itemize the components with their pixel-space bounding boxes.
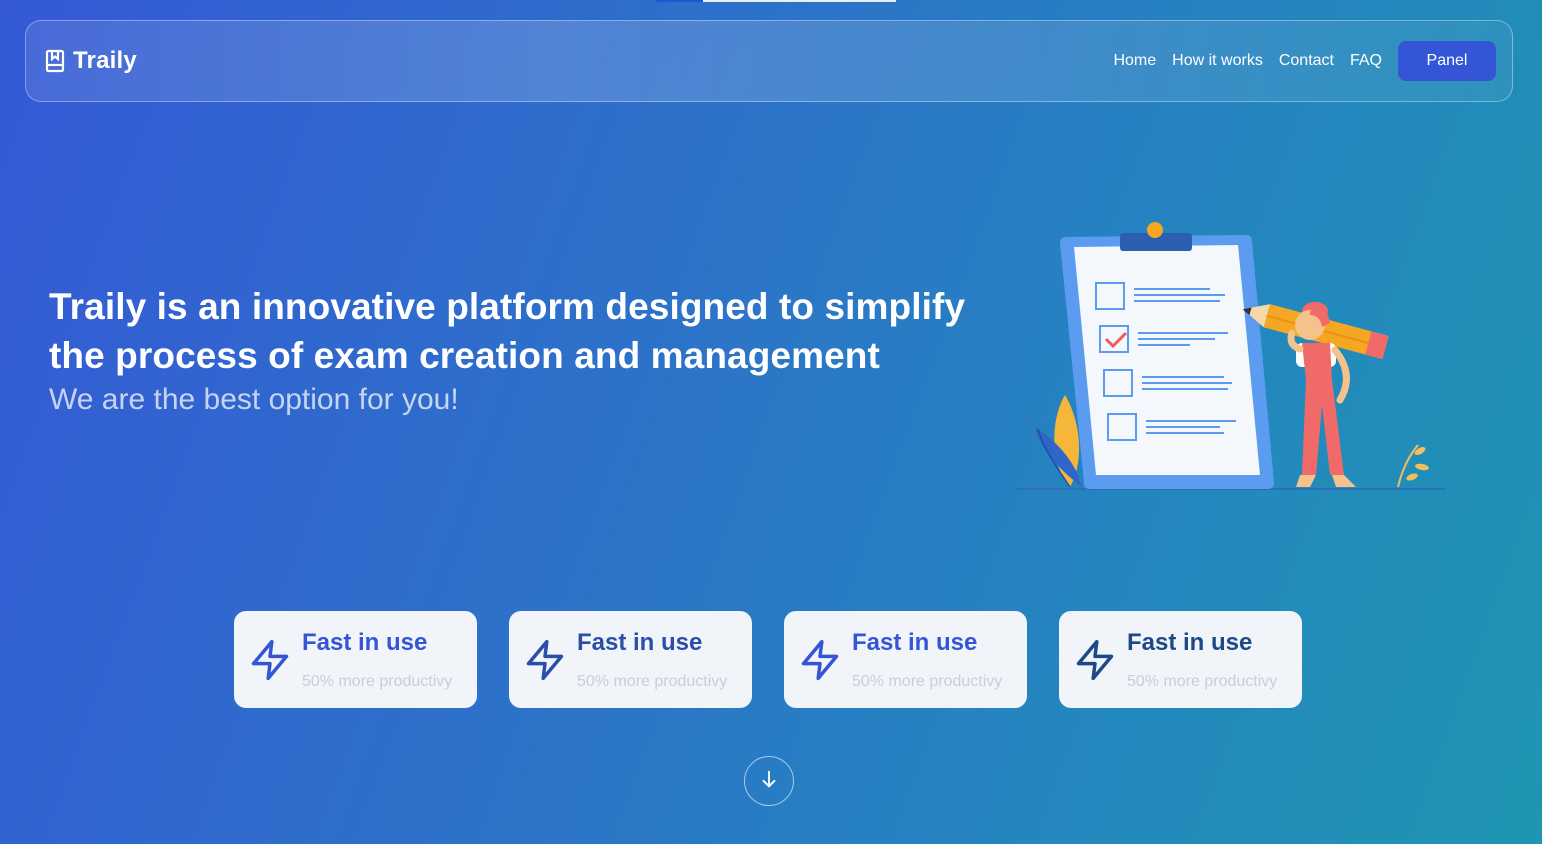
feature-subtitle: 50% more productivy	[577, 673, 728, 690]
feature-card[interactable]: Fast in use 50% more productivy	[234, 611, 477, 708]
feature-card[interactable]: Fast in use 50% more productivy	[509, 611, 752, 708]
hero-subtitle: We are the best option for you!	[49, 383, 459, 416]
hero: Traily is an innovative platform designe…	[49, 282, 1009, 420]
book-icon	[45, 49, 65, 73]
nav-home[interactable]: Home	[1113, 52, 1156, 70]
feature-card[interactable]: Fast in use 50% more productivy	[1059, 611, 1302, 708]
feature-title: Fast in use	[852, 629, 978, 656]
top-progress-line	[656, 0, 896, 2]
feature-cards: Fast in use 50% more productivy Fast in …	[234, 611, 1302, 708]
lightning-icon	[523, 637, 567, 683]
feature-card[interactable]: Fast in use 50% more productivy	[784, 611, 1027, 708]
feature-title: Fast in use	[577, 629, 703, 656]
panel-button[interactable]: Panel	[1398, 41, 1496, 81]
nav-faq[interactable]: FAQ	[1350, 52, 1382, 70]
main-nav: Home How it works Contact FAQ Panel	[1113, 41, 1496, 81]
navbar: Traily Home How it works Contact FAQ Pan…	[25, 20, 1513, 102]
clipboard-illustration	[1010, 215, 1450, 500]
scroll-down-button[interactable]	[744, 756, 794, 806]
lightning-icon	[1073, 637, 1117, 683]
arrow-down-icon	[758, 768, 780, 795]
feature-subtitle: 50% more productivy	[1127, 673, 1278, 690]
hero-title: Traily is an innovative platform designe…	[49, 286, 966, 376]
feature-title: Fast in use	[1127, 629, 1253, 656]
lightning-icon	[248, 637, 292, 683]
feature-subtitle: 50% more productivy	[302, 673, 453, 690]
nav-how-it-works[interactable]: How it works	[1172, 52, 1263, 70]
lightning-icon	[798, 637, 842, 683]
brand-name: Traily	[73, 47, 137, 74]
nav-contact[interactable]: Contact	[1279, 52, 1334, 70]
brand[interactable]: Traily	[45, 47, 137, 75]
feature-title: Fast in use	[302, 629, 428, 656]
feature-subtitle: 50% more productivy	[852, 673, 1003, 690]
